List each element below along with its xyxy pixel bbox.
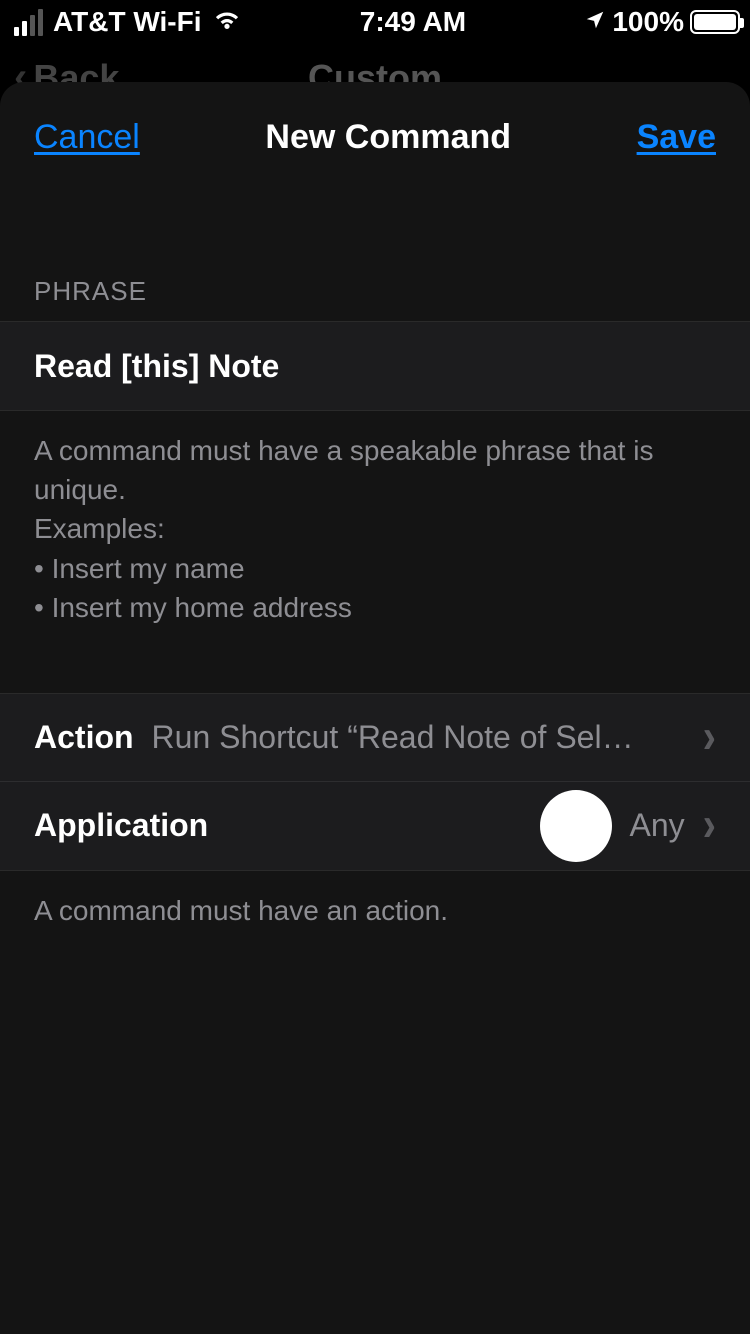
save-button[interactable]: Save — [637, 118, 716, 157]
wifi-icon — [212, 6, 242, 38]
phrase-input[interactable] — [34, 348, 716, 385]
chevron-right-icon: › — [703, 799, 716, 853]
battery-pct: 100% — [612, 6, 684, 38]
battery-icon — [690, 10, 740, 34]
application-value: Any — [630, 807, 685, 844]
modal-header: Cancel New Command Save — [0, 82, 750, 192]
action-row[interactable]: Action Run Shortcut “Read Note of Sel… › — [0, 694, 750, 782]
clock: 7:49 AM — [360, 6, 466, 38]
phrase-section-header: PHRASE — [0, 192, 750, 321]
phrase-footer: A command must have a speakable phrase t… — [0, 411, 750, 655]
application-row[interactable]: Application Any › — [0, 782, 750, 870]
carrier-label: AT&T Wi-Fi — [53, 6, 202, 38]
status-bar: AT&T Wi-Fi 7:49 AM 100% — [0, 0, 750, 44]
action-footer: A command must have an action. — [0, 871, 750, 958]
phrase-cell[interactable] — [0, 322, 750, 410]
application-icon — [540, 790, 612, 862]
chevron-right-icon: › — [703, 710, 716, 764]
location-icon — [584, 6, 606, 38]
cancel-button[interactable]: Cancel — [34, 118, 140, 157]
application-label: Application — [34, 807, 208, 844]
modal-title: New Command — [265, 118, 511, 157]
new-command-sheet: Cancel New Command Save PHRASE A command… — [0, 82, 750, 1334]
action-label: Action — [34, 719, 134, 756]
action-value: Run Shortcut “Read Note of Sel… — [152, 719, 685, 756]
cellular-signal-icon — [14, 9, 43, 36]
